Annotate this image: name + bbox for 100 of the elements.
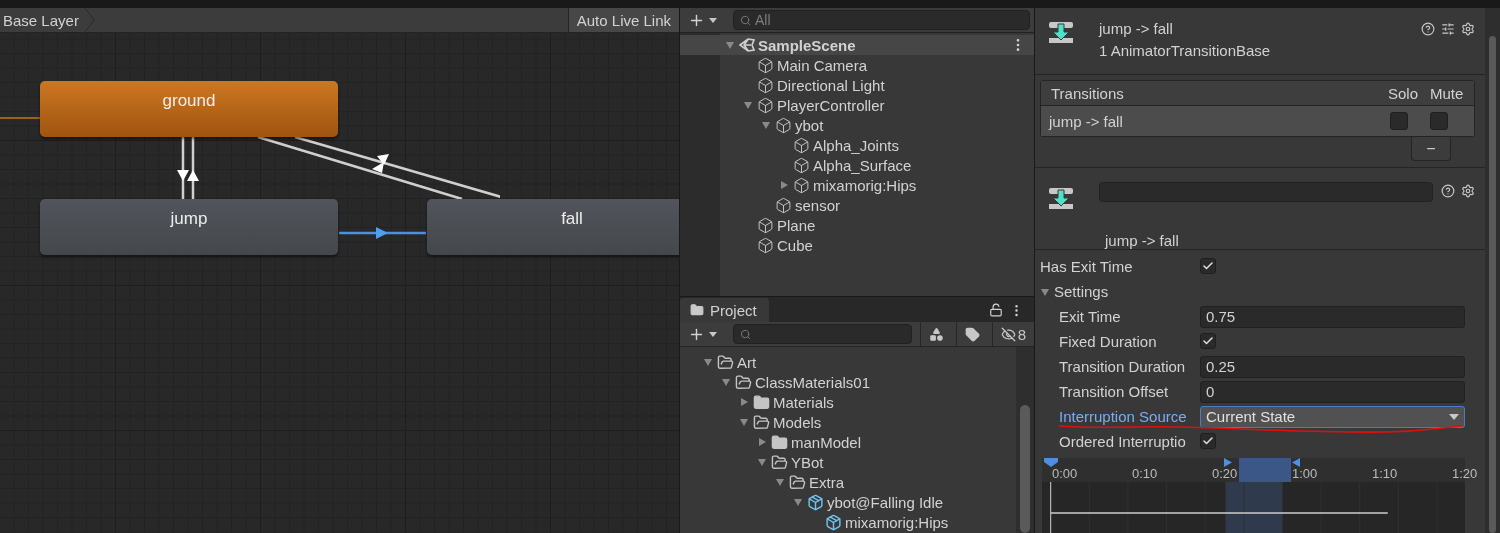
tree-item[interactable]: Models (773, 413, 822, 431)
tree-item[interactable]: Art (737, 353, 757, 371)
settings-icon[interactable] (1461, 22, 1475, 36)
eye-slash-icon (1000, 326, 1016, 342)
tree-item[interactable]: ybot (795, 116, 824, 134)
caret-icon[interactable] (709, 331, 717, 337)
property-label: Ordered Interruptio (1059, 433, 1186, 450)
open-folder-icon (771, 453, 788, 471)
lock-icon[interactable] (989, 303, 1003, 317)
transition-row[interactable]: jump -> fall (1041, 106, 1474, 136)
expand-arrow-icon[interactable] (739, 397, 749, 407)
dropdown[interactable]: Current State (1200, 405, 1465, 428)
tick-label: 1:20 (1452, 466, 1478, 481)
live-link-button[interactable]: Auto Live Link (567, 8, 679, 32)
tree-item[interactable]: ClassMaterials01 (755, 373, 871, 391)
settings-icon[interactable] (1461, 184, 1475, 198)
start-marker-icon[interactable] (1224, 458, 1232, 467)
scrollbar[interactable] (1016, 347, 1034, 533)
expand-arrow-icon[interactable] (757, 437, 767, 447)
search-icon (740, 328, 751, 340)
solo-checkbox[interactable] (1390, 112, 1408, 130)
folder-icon (771, 433, 788, 451)
inspector-title: jump -> fall (1099, 19, 1174, 39)
caret-icon[interactable] (709, 17, 717, 23)
number-field[interactable]: 0 (1200, 380, 1465, 403)
scrollbar[interactable] (1485, 8, 1500, 533)
tree-item[interactable]: mixamorig:Hips (813, 176, 917, 194)
property-label: Interruption Source (1059, 408, 1187, 425)
cube-icon (757, 56, 774, 74)
collapse-arrow-icon[interactable] (1040, 287, 1050, 297)
remove-button[interactable]: − (1411, 137, 1451, 161)
transition-arrow[interactable] (177, 137, 189, 199)
transition-arrow[interactable] (187, 137, 199, 199)
tree-item[interactable]: sensor (795, 196, 841, 214)
help-icon[interactable] (1421, 22, 1435, 36)
tree-item[interactable]: YBot (791, 453, 824, 471)
tree-item[interactable]: Cube (777, 236, 813, 254)
cube-icon (757, 216, 774, 234)
inspector-subtitle: 1 AnimatorTransitionBase (1099, 41, 1272, 61)
cube-icon (793, 156, 810, 174)
tree-item[interactable]: Plane (777, 216, 816, 234)
transition-arrow[interactable] (257, 135, 463, 201)
transition-name: jump -> fall (1049, 112, 1124, 130)
shapes-icon (928, 326, 944, 342)
project-tab[interactable]: Project (680, 298, 769, 322)
cube-icon (775, 116, 792, 134)
end-marker-icon[interactable] (1292, 458, 1300, 467)
property-label: Transition Offset (1059, 383, 1169, 400)
transition-arrow[interactable] (339, 227, 426, 239)
tree-item[interactable]: Alpha_Surface (813, 156, 912, 174)
transition-arrow[interactable] (294, 135, 500, 201)
number-field[interactable]: 0.25 (1200, 355, 1465, 378)
tree-item[interactable]: Alpha_Joints (813, 136, 899, 154)
caret-icon (1449, 413, 1459, 420)
property-label: Settings (1054, 283, 1109, 300)
checkbox[interactable] (1200, 333, 1216, 349)
property-label: Transition Duration (1059, 358, 1186, 375)
open-folder-icon (717, 353, 734, 371)
search-field[interactable]: All (733, 10, 1030, 30)
tick-label: 0:00 (1052, 466, 1078, 481)
cube-icon (775, 196, 792, 214)
tree-item[interactable]: mixamorig:Hips (845, 513, 949, 531)
tree-item[interactable]: PlayerController (777, 96, 885, 114)
search-icon (740, 14, 751, 26)
checkbox[interactable] (1200, 433, 1216, 449)
playhead-marker-icon[interactable] (1044, 458, 1058, 467)
checkbox[interactable] (1200, 258, 1216, 274)
model-icon (807, 493, 824, 511)
tree-item[interactable]: Extra (809, 473, 844, 491)
tree-item[interactable]: Materials (773, 393, 834, 411)
tree-item[interactable]: ybot@Falling Idle (827, 493, 944, 511)
property-label: Exit Time (1059, 308, 1121, 325)
presets-icon[interactable] (1441, 22, 1455, 36)
tick-label: 0:20 (1212, 466, 1238, 481)
hidden-packages-button[interactable]: 8 (991, 322, 1034, 346)
state-node[interactable]: ground (40, 81, 338, 137)
expand-arrow-icon[interactable] (779, 180, 789, 190)
tree-item[interactable]: manModel (791, 433, 862, 451)
entry-line (0, 116, 40, 120)
tree-item[interactable]: Main Camera (777, 56, 868, 74)
column-header: Solo (1388, 84, 1420, 102)
collapse-arrow-icon[interactable] (725, 40, 735, 50)
column-header: Mute (1430, 84, 1465, 102)
property-label: Fixed Duration (1059, 333, 1157, 350)
state-node[interactable]: fall (427, 199, 679, 255)
open-folder-icon (789, 473, 806, 491)
collapse-arrow-icon[interactable] (739, 417, 749, 427)
cube-icon (793, 176, 810, 194)
state-node[interactable]: jump (40, 199, 338, 255)
check-icon (1202, 435, 1214, 447)
mute-checkbox[interactable] (1430, 112, 1448, 130)
model-icon (825, 513, 842, 531)
tick-label: 1:00 (1292, 466, 1318, 481)
cube-icon (757, 236, 774, 254)
cube-icon (793, 136, 810, 154)
number-field[interactable]: 0.75 (1200, 305, 1465, 328)
search-field[interactable] (733, 324, 912, 344)
tree-item[interactable]: Directional Light (777, 76, 885, 94)
cube-icon (757, 76, 774, 94)
help-icon[interactable] (1441, 184, 1455, 198)
